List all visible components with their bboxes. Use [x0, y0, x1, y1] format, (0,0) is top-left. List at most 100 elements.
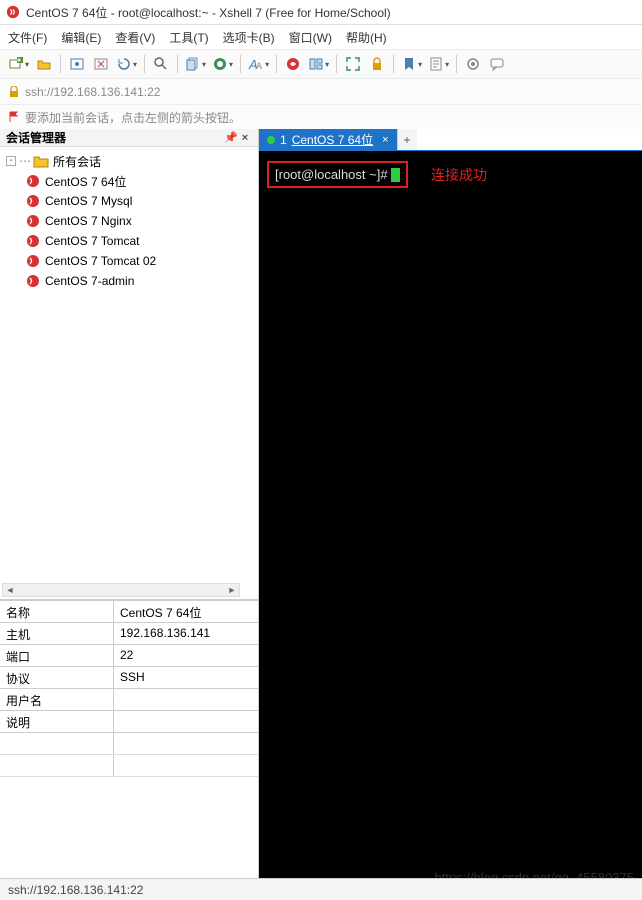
open-button[interactable]	[33, 53, 55, 75]
prop-key: 用户名	[0, 689, 114, 710]
session-manager-sidebar: 会话管理器 📌 × - ⋯ 所有会话 CentOS 7 64位 CentOS 7…	[0, 129, 259, 889]
search-button[interactable]	[150, 53, 172, 75]
prop-value	[114, 689, 258, 710]
status-dot-icon	[267, 136, 275, 144]
session-item[interactable]: CentOS 7 Nginx	[2, 211, 256, 231]
tree-root-row[interactable]: - ⋯ 所有会话	[2, 151, 256, 171]
status-text: ssh://192.168.136.141:22	[8, 883, 143, 897]
scroll-right-icon[interactable]: ►	[225, 584, 239, 596]
prop-key-empty	[0, 755, 114, 776]
prop-key: 主机	[0, 623, 114, 644]
dots-icon: ⋯	[19, 154, 31, 168]
close-icon[interactable]: ×	[238, 132, 252, 144]
prop-key: 协议	[0, 667, 114, 688]
sidebar-header: 会话管理器 📌 ×	[0, 129, 258, 147]
session-label: CentOS 7 Nginx	[45, 214, 132, 228]
terminal-content[interactable]: [root@localhost ~]# 连接成功 https://blog.cs…	[259, 151, 642, 889]
folder-icon	[33, 154, 49, 168]
lock-icon	[8, 86, 20, 98]
session-properties: 名称CentOS 7 64位 主机192.168.136.141 端口22 协议…	[0, 600, 258, 897]
prop-value-empty	[114, 733, 258, 754]
session-icon	[26, 254, 40, 268]
scroll-left-icon[interactable]: ◄	[3, 584, 17, 596]
terminal-prompt: [root@localhost ~]#	[275, 167, 388, 182]
address-bar[interactable]: ssh://192.168.136.141:22	[0, 79, 642, 105]
session-item[interactable]: CentOS 7-admin	[2, 271, 256, 291]
session-item[interactable]: CentOS 7 Mysql	[2, 191, 256, 211]
bookmark-button[interactable]: ▾	[399, 53, 424, 75]
tab-add-button[interactable]: +	[397, 129, 417, 150]
session-tree: - ⋯ 所有会话 CentOS 7 64位 CentOS 7 Mysql Cen…	[0, 147, 258, 600]
prop-key-empty	[0, 733, 114, 754]
session-icon	[26, 214, 40, 228]
session-label: CentOS 7 64位	[45, 173, 126, 190]
help-button[interactable]	[486, 53, 508, 75]
prop-key: 名称	[0, 601, 114, 622]
tab-label: CentOS 7 64位	[292, 131, 373, 148]
tree-root-label: 所有会话	[53, 153, 101, 170]
collapse-icon[interactable]: -	[6, 156, 16, 166]
session-label: CentOS 7 Tomcat	[45, 234, 140, 248]
tab-close-icon[interactable]: ×	[382, 134, 388, 146]
session-icon	[26, 234, 40, 248]
session-label: CentOS 7 Mysql	[45, 194, 132, 208]
session-label: CentOS 7 Tomcat 02	[45, 254, 156, 268]
connect-button[interactable]	[66, 53, 88, 75]
tab-strip: 1 CentOS 7 64位 × +	[259, 129, 642, 151]
menu-bar: 文件(F) 编辑(E) 查看(V) 工具(T) 选项卡(B) 窗口(W) 帮助(…	[0, 25, 642, 49]
info-bar: 要添加当前会话，点击左侧的箭头按钮。	[0, 105, 642, 129]
session-label: CentOS 7-admin	[45, 274, 134, 288]
cursor-icon	[391, 168, 400, 182]
tab-active[interactable]: 1 CentOS 7 64位 ×	[259, 129, 397, 150]
annotation-text: 连接成功	[431, 165, 487, 185]
paste-button[interactable]: ▾	[210, 53, 235, 75]
menu-file[interactable]: 文件(F)	[8, 29, 47, 46]
prop-key: 端口	[0, 645, 114, 666]
menu-window[interactable]: 窗口(W)	[289, 29, 332, 46]
info-hint-text: 要添加当前会话，点击左侧的箭头按钮。	[25, 109, 241, 126]
pin-icon[interactable]: 📌	[224, 131, 238, 144]
session-item[interactable]: CentOS 7 Tomcat 02	[2, 251, 256, 271]
new-session-button[interactable]: ▾	[6, 53, 31, 75]
prop-value: 22	[114, 645, 258, 666]
session-icon	[26, 174, 40, 188]
prop-value	[114, 711, 258, 732]
flag-icon	[8, 111, 20, 123]
session-item[interactable]: CentOS 7 64位	[2, 171, 256, 191]
prop-value: 192.168.136.141	[114, 623, 258, 644]
sidebar-title: 会话管理器	[6, 129, 66, 146]
prop-key: 说明	[0, 711, 114, 732]
menu-help[interactable]: 帮助(H)	[346, 29, 387, 46]
xshell-app-icon	[6, 5, 20, 19]
disconnect-button[interactable]	[90, 53, 112, 75]
layout-button[interactable]: ▾	[306, 53, 331, 75]
terminal-pane: 1 CentOS 7 64位 × + [root@localhost ~]# 连…	[259, 129, 642, 889]
swirl-button[interactable]	[282, 53, 304, 75]
session-icon	[26, 194, 40, 208]
prompt-highlight-box: [root@localhost ~]#	[267, 161, 408, 188]
copy-button[interactable]: ▾	[183, 53, 208, 75]
fullscreen-button[interactable]	[342, 53, 364, 75]
window-title: CentOS 7 64位 - root@localhost:~ - Xshell…	[26, 4, 391, 21]
menu-tabs[interactable]: 选项卡(B)	[223, 29, 275, 46]
session-item[interactable]: CentOS 7 Tomcat	[2, 231, 256, 251]
status-bar: ssh://192.168.136.141:22	[0, 878, 642, 900]
menu-tools[interactable]: 工具(T)	[169, 29, 208, 46]
session-icon	[26, 274, 40, 288]
font-button[interactable]: AA▾	[246, 53, 271, 75]
menu-view[interactable]: 查看(V)	[115, 29, 155, 46]
prop-value: CentOS 7 64位	[114, 601, 258, 622]
svg-text:A: A	[256, 61, 262, 71]
settings-button[interactable]	[462, 53, 484, 75]
title-bar: CentOS 7 64位 - root@localhost:~ - Xshell…	[0, 0, 642, 25]
main-area: 会话管理器 📌 × - ⋯ 所有会话 CentOS 7 64位 CentOS 7…	[0, 129, 642, 889]
address-text: ssh://192.168.136.141:22	[25, 85, 160, 99]
lock-button[interactable]	[366, 53, 388, 75]
reconnect-button[interactable]: ▾	[114, 53, 139, 75]
prop-value: SSH	[114, 667, 258, 688]
menu-edit[interactable]: 编辑(E)	[61, 29, 101, 46]
toolbar: ▾ ▾ ▾ ▾ AA▾ ▾ ▾ ▾	[0, 49, 642, 79]
script-button[interactable]: ▾	[426, 53, 451, 75]
prop-value-empty	[114, 755, 258, 776]
horizontal-scrollbar[interactable]: ◄ ►	[2, 583, 240, 597]
